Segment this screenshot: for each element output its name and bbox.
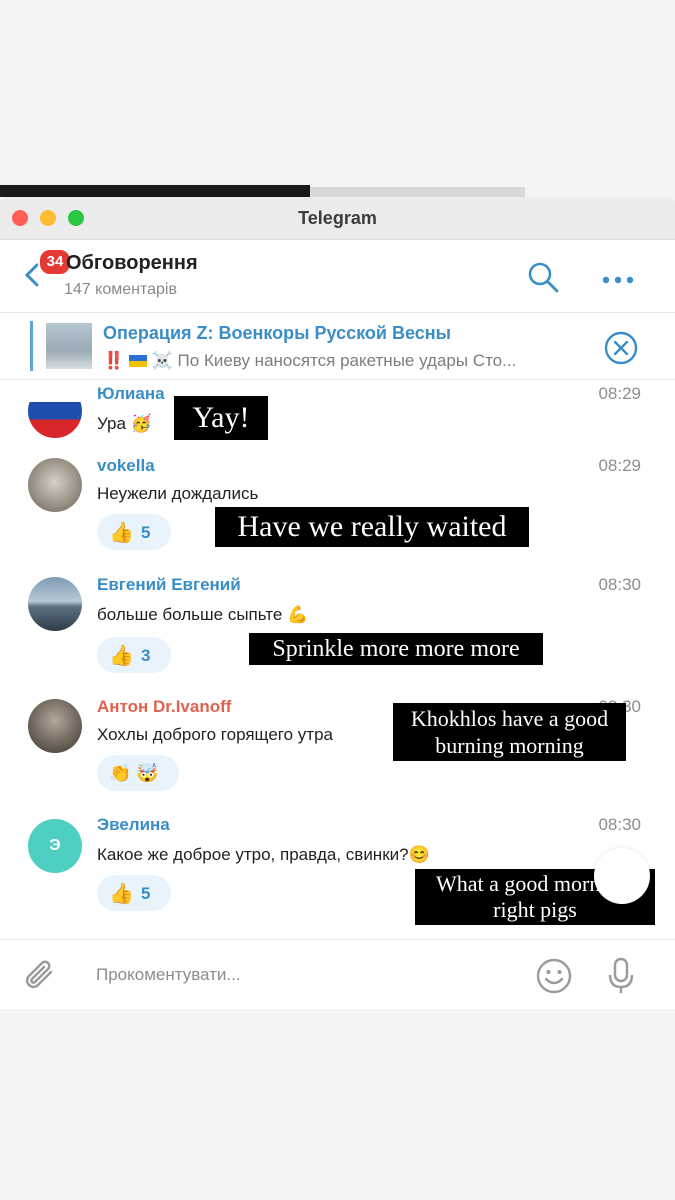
microphone-icon (608, 957, 634, 993)
avatar[interactable] (28, 699, 82, 753)
pinned-accent-bar (30, 321, 33, 371)
background-strip (0, 185, 310, 197)
pinned-thumbnail (46, 323, 92, 369)
author-name[interactable]: Эвелина (97, 815, 170, 835)
message-item: Антон Dr.Ivanoff 08:30 Хохлы доброго гор… (0, 697, 675, 807)
thumbs-up-icon: 👍 (109, 883, 134, 905)
message-text: Неужели дождались (97, 484, 259, 503)
paperclip-icon (26, 960, 53, 988)
message-text: Какое же доброе утро, правда, свинки?😊 (97, 845, 430, 864)
background-tab (310, 187, 525, 197)
avatar[interactable]: Э (28, 819, 82, 873)
ukraine-flag-icon (128, 355, 147, 367)
chat-subtitle: 147 коментарів (64, 281, 177, 298)
close-pinned-button[interactable] (604, 331, 638, 370)
comment-input[interactable]: Прокоментувати... (96, 965, 241, 985)
message-item: Евгений Евгений 08:30 больше больше сыпь… (0, 575, 675, 687)
pinned-title: Операция Z: Военкоры Русской Весны (103, 323, 451, 343)
chat-header: 34 Обговорення 147 коментарів (0, 240, 675, 313)
message-time: 08:29 (598, 384, 641, 403)
author-name[interactable]: Юлиана (97, 384, 165, 404)
author-name[interactable]: vokella (97, 456, 155, 476)
more-dots-icon (602, 276, 634, 284)
translation-caption: Yay! (174, 396, 268, 440)
search-button[interactable] (526, 260, 560, 299)
message-text: Ура 🥳 (97, 414, 152, 433)
message-time: 08:30 (598, 815, 641, 834)
clap-and-shock-icons: 👏 🤯 (109, 763, 159, 783)
pinned-message[interactable]: Операция Z: Военкоры Русской Весны ‼️ ☠️… (0, 313, 675, 380)
message-time: 08:30 (598, 575, 641, 594)
reaction-chip[interactable]: 👍 3 (97, 637, 171, 673)
message-item: Юлиана 08:29 Ура 🥳 Yay! (0, 380, 675, 452)
translation-caption: Sprinkle more more more (249, 633, 543, 665)
thumbs-up-icon: 👍 (109, 522, 134, 544)
message-item: vokella 08:29 Неужели дождались 👍 5 Have… (0, 456, 675, 566)
more-button[interactable] (602, 271, 634, 289)
scroll-down-button[interactable] (594, 848, 650, 904)
smile-icon (536, 958, 572, 994)
translation-caption: Have we really waited (215, 507, 529, 547)
reaction-chip[interactable]: 👏 🤯 (97, 755, 179, 791)
reaction-count: 5 (141, 523, 151, 542)
telegram-window: Telegram 34 Обговорення 147 коментарів О… (0, 197, 675, 1009)
message-text: больше больше сыпьте 💪 (97, 605, 309, 624)
search-icon (528, 262, 559, 293)
message-time: 08:29 (598, 456, 641, 475)
message-list[interactable]: Юлиана 08:29 Ура 🥳 Yay! vokella 08:29 Не… (0, 380, 675, 938)
reaction-chip[interactable]: 👍 5 (97, 514, 171, 550)
reaction-chip[interactable]: 👍 5 (97, 875, 171, 911)
message-item: Э Эвелина 08:30 Какое же доброе утро, пр… (0, 815, 675, 935)
attach-button[interactable] (24, 958, 58, 999)
reaction-count: 5 (141, 884, 151, 903)
comment-input-bar: Прокоментувати... (0, 939, 675, 1009)
voice-button[interactable] (606, 956, 636, 1001)
chat-title: Обговорення (66, 252, 198, 274)
reaction-count: 3 (141, 646, 151, 665)
thumbs-up-icon: 👍 (109, 645, 134, 667)
skull-icon: ☠️ (151, 351, 173, 370)
title-bar: Telegram (0, 197, 675, 240)
close-circle-icon (604, 331, 638, 365)
avatar[interactable] (28, 384, 82, 438)
author-name[interactable]: Антон Dr.Ivanoff (97, 697, 231, 717)
author-name[interactable]: Евгений Евгений (97, 575, 241, 595)
pinned-text: ‼️ ☠️ По Киеву наносятся ракетные удары … (103, 351, 517, 370)
message-text: Хохлы доброго горящего утра (97, 725, 333, 744)
translation-caption: Khokhlos have a good burning morning (393, 703, 626, 761)
emoji-button[interactable] (536, 958, 572, 999)
avatar[interactable] (28, 577, 82, 631)
window-title: Telegram (298, 208, 377, 228)
avatar[interactable] (28, 458, 82, 512)
